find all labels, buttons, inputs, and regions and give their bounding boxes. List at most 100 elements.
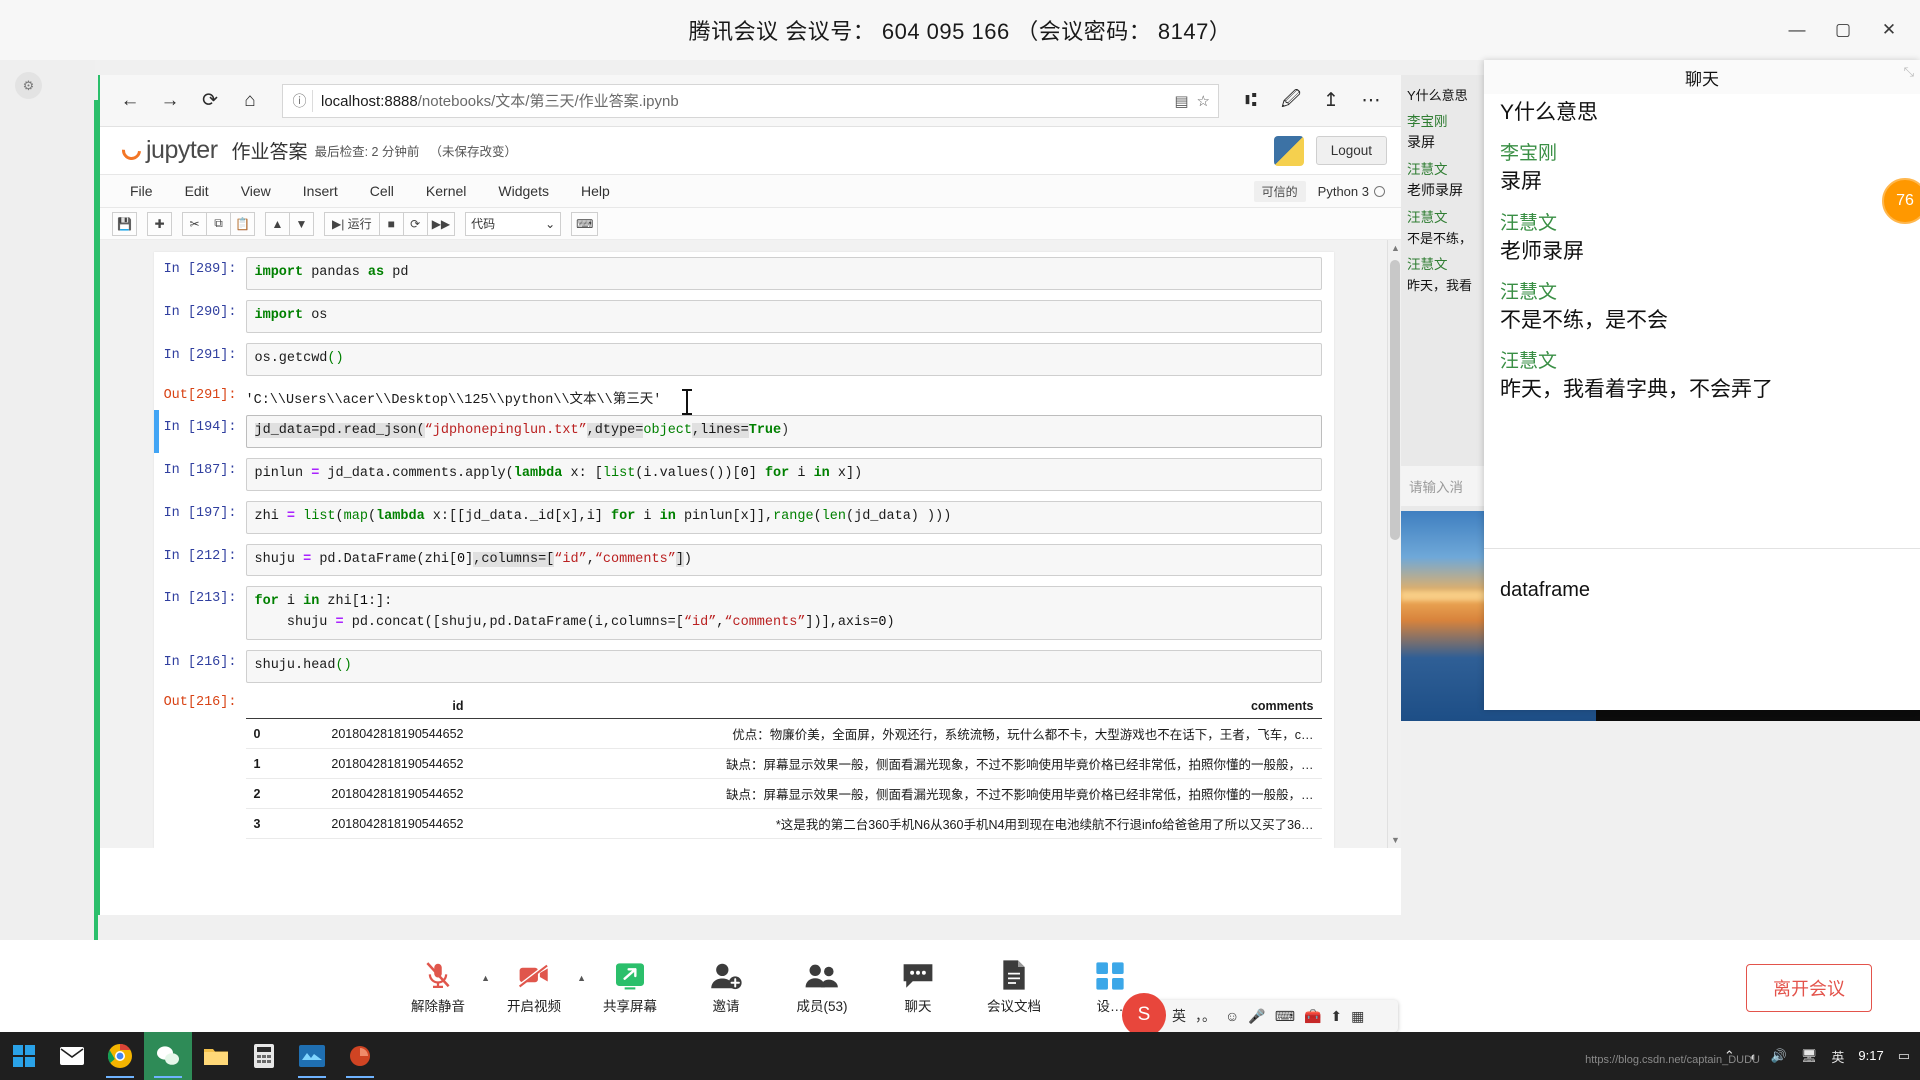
more-options-icon[interactable]: ⋯ (1351, 81, 1391, 121)
cut-button[interactable]: ✂ (182, 211, 207, 236)
reload-icon[interactable]: ⟳ (190, 81, 230, 121)
menu-file[interactable]: File (114, 183, 169, 199)
ime-toolbox-icon[interactable]: 🧰 (1304, 1008, 1321, 1025)
site-info-icon[interactable]: ⓘ (291, 89, 313, 112)
ime-emoji-icon[interactable]: ☺ (1225, 1008, 1239, 1024)
menu-edit[interactable]: Edit (169, 183, 225, 199)
control-mute[interactable]: 解除静音 ▲ (390, 957, 490, 1015)
menu-widgets[interactable]: Widgets (482, 183, 565, 199)
control-share-screen[interactable]: 共享屏幕 (582, 957, 678, 1015)
logout-button[interactable]: Logout (1315, 136, 1387, 165)
sogou-logo-icon[interactable]: S (1122, 993, 1166, 1037)
taskbar-clock[interactable]: 9:17 (1858, 1048, 1883, 1064)
interrupt-button[interactable]: ■ (378, 211, 404, 236)
move-down-button[interactable]: ▼ (289, 211, 314, 236)
cell-source[interactable]: shuju = pd.DataFrame(zhi[0],columns=[“id… (245, 543, 1322, 577)
ime-voice-icon[interactable]: 🎤 (1248, 1008, 1265, 1025)
collections-icon[interactable]: ⑆ (1231, 81, 1271, 121)
control-video[interactable]: 开启视频 ▲ (486, 957, 586, 1015)
chat-compose-input[interactable]: dataframe (1484, 565, 1920, 710)
chat-resize-icon[interactable]: ⤡ (1904, 64, 1914, 80)
cell-source[interactable]: shuju.head() (245, 650, 1322, 684)
scroll-down-icon[interactable]: ▼ (1391, 835, 1400, 845)
control-chat[interactable]: 聊天 (870, 957, 966, 1015)
notebook-cell-selected[interactable]: In [194]: jd_data=pd.read_json(“jdphonep… (153, 409, 1334, 453)
notebook-cell[interactable]: In [197]: zhi = list(map(lambda x:[[jd_d… (154, 496, 1334, 539)
reader-mode-icon[interactable]: ▤ (1174, 92, 1188, 110)
menu-view[interactable]: View (225, 183, 287, 199)
move-up-button[interactable]: ▲ (265, 211, 290, 236)
taskbar-calculator-icon[interactable] (240, 1032, 288, 1080)
unread-count-badge[interactable]: 76 (1882, 178, 1920, 224)
paste-button[interactable]: 📋 (230, 211, 255, 236)
ime-toolbar[interactable]: S 英 ，。 ☺ 🎤 ⌨ 🧰 ⬆ ▦ (1122, 993, 1398, 1037)
notebook-cell[interactable]: In [289]: import pandas as pd (154, 252, 1334, 295)
cell-source[interactable]: jd_data=pd.read_json(“jdphonepinglun.txt… (245, 414, 1322, 448)
notification-center-icon[interactable]: ▭ (1898, 1048, 1910, 1064)
cell-source[interactable]: os.getcwd() (245, 342, 1322, 376)
tray-screen-icon[interactable]: 🖥 (1801, 1048, 1818, 1064)
save-button[interactable]: 💾 (112, 211, 137, 236)
menu-cell[interactable]: Cell (354, 183, 410, 199)
forward-icon[interactable]: → (150, 81, 190, 121)
maximize-icon[interactable]: ▢ (1820, 10, 1866, 50)
menu-insert[interactable]: Insert (287, 183, 354, 199)
run-button[interactable]: ▶| 运行 (324, 211, 380, 236)
notes-pen-icon[interactable]: 🖉 (1271, 81, 1311, 121)
ime-keyboard-icon[interactable]: ⌨ (1275, 1008, 1295, 1025)
home-icon[interactable]: ⌂ (230, 81, 270, 121)
ime-mode[interactable]: 英 (1172, 1006, 1186, 1026)
kernel-name[interactable]: Python 3 (1318, 184, 1385, 199)
minimize-icon[interactable]: — (1774, 10, 1820, 50)
jupyter-logo[interactable]: jupyter (118, 136, 218, 165)
share-icon[interactable]: ↥ (1311, 81, 1351, 121)
ime-punctuation-icon[interactable]: ，。 (1195, 1006, 1216, 1026)
ime-panel-icon[interactable]: ▦ (1351, 1008, 1364, 1025)
notebook-cell[interactable]: In [213]: for i in zhi[1:]: shuju = pd.c… (154, 581, 1334, 645)
notebook-cell[interactable]: In [216]: shuju.head() (154, 645, 1334, 688)
tray-ime-icon[interactable]: 英 (1831, 1047, 1844, 1066)
trusted-badge[interactable]: 可信的 (1253, 180, 1306, 202)
copy-button[interactable]: ⧉ (206, 211, 231, 236)
cell-source[interactable]: import os (245, 299, 1322, 333)
favorite-star-icon[interactable]: ☆ (1197, 92, 1210, 110)
notebook-scrollbar[interactable]: ▲ ▼ (1387, 240, 1401, 848)
close-icon[interactable]: ✕ (1866, 10, 1912, 50)
chat-panel[interactable]: 聊天 ⤡ Y什么意思 李宝刚 录屏 汪慧文 老师录屏 汪慧文 不是不练，是不会 … (1484, 60, 1920, 710)
cell-source[interactable]: pinlun = jd_data.comments.apply(lambda x… (245, 457, 1322, 491)
taskbar-ppt-icon[interactable] (336, 1032, 384, 1080)
taskbar-explorer-icon[interactable] (192, 1032, 240, 1080)
cell-source[interactable]: zhi = list(map(lambda x:[[jd_data._id[x]… (245, 500, 1322, 534)
control-members[interactable]: 成员(53) (774, 957, 870, 1015)
cell-source[interactable]: import pandas as pd (245, 257, 1322, 290)
scrollbar-thumb[interactable] (1390, 260, 1400, 540)
taskbar-chrome-icon[interactable] (96, 1032, 144, 1080)
cell-source[interactable]: for i in zhi[1:]: shuju = pd.concat([shu… (245, 586, 1322, 641)
control-invite[interactable]: 邀请 (678, 957, 774, 1015)
notebook-cell[interactable]: In [212]: shuju = pd.DataFrame(zhi[0],co… (154, 539, 1334, 582)
menu-kernel[interactable]: Kernel (410, 183, 482, 199)
control-documents[interactable]: 会议文档 (966, 957, 1062, 1015)
taskbar-mail-icon[interactable] (48, 1032, 96, 1080)
chat-message-list[interactable]: Y什么意思 李宝刚 录屏 汪慧文 老师录屏 汪慧文 不是不练，是不会 汪慧文 昨… (1484, 94, 1920, 544)
restart-kernel-button[interactable]: ⟳ (402, 211, 428, 236)
taskbar-wechat-icon[interactable] (144, 1032, 192, 1080)
tray-volume-icon[interactable]: 🔊 (1771, 1048, 1787, 1064)
notebook-cell[interactable]: In [290]: import os (154, 295, 1334, 338)
taskbar-editor-icon[interactable] (288, 1032, 336, 1080)
notebook-cell[interactable]: In [291]: os.getcwd() (154, 338, 1334, 381)
leave-meeting-button[interactable]: 离开会议 (1746, 964, 1872, 1012)
ime-upload-icon[interactable]: ⬆ (1330, 1008, 1342, 1025)
notebook-name[interactable]: 作业答案 (232, 137, 308, 164)
start-button[interactable] (0, 1032, 48, 1080)
cell-type-select[interactable]: 代码 ⌄ (465, 211, 562, 236)
notebook-cell[interactable]: In [187]: pinlun = jd_data.comments.appl… (154, 453, 1334, 496)
settings-bubble-icon[interactable]: ⚙ (15, 72, 42, 99)
notebook-scroll-area[interactable]: In [289]: import pandas as pd In [290]: … (100, 240, 1401, 848)
scroll-up-icon[interactable]: ▲ (1391, 243, 1400, 253)
menu-help[interactable]: Help (565, 183, 626, 199)
restart-run-all-button[interactable]: ▶▶ (426, 211, 456, 236)
back-icon[interactable]: ← (110, 81, 150, 121)
address-bar[interactable]: ⓘ localhost:8888/notebooks/文本/第三天/作业答案.i… (282, 83, 1219, 118)
insert-cell-button[interactable]: ✚ (147, 211, 172, 236)
